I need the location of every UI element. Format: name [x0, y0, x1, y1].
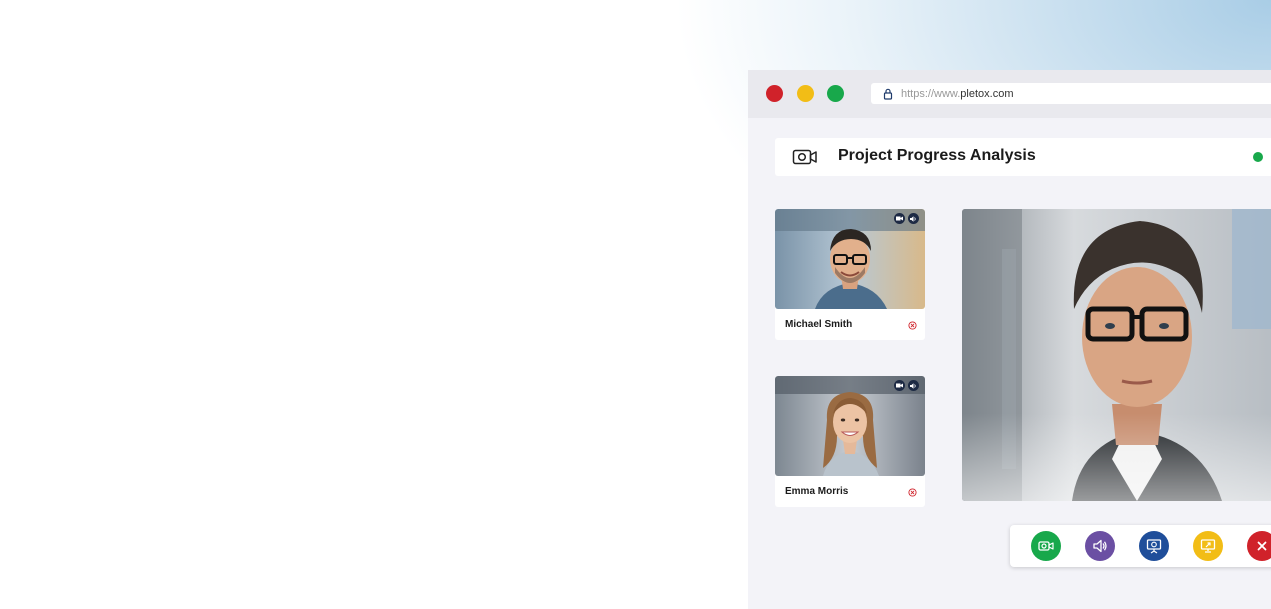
participant-tile[interactable]: Emma Morris — [775, 376, 925, 507]
meeting-title: Project Progress Analysis — [838, 147, 1036, 164]
live-status-indicator — [1253, 152, 1263, 162]
url-domain: pletox.com — [960, 87, 1014, 100]
speaker-icon — [1093, 539, 1107, 553]
participant-video — [775, 376, 925, 476]
maximize-window-button[interactable] — [827, 85, 844, 102]
meeting-header: Project Progress Analysis — [775, 138, 1271, 176]
lock-icon — [883, 88, 893, 100]
minimize-window-button[interactable] — [797, 85, 814, 102]
participant-name: Emma Morris — [785, 486, 849, 497]
camera-toggle-icon[interactable] — [894, 380, 905, 391]
browser-toolbar: https://www.pletox.com — [748, 70, 1271, 118]
participant-name: Michael Smith — [785, 319, 853, 330]
toggle-camera-button[interactable] — [1031, 531, 1061, 561]
url-host: https://www. — [901, 87, 961, 100]
presentation-icon — [1146, 539, 1162, 554]
end-call-button[interactable] — [1247, 531, 1271, 561]
video-camera-icon — [792, 149, 817, 165]
call-controls — [1010, 525, 1271, 567]
url-text: https://www.pletox.com — [901, 88, 1014, 100]
participant-video — [775, 209, 925, 309]
camera-icon — [1038, 541, 1054, 551]
mic-toggle-icon[interactable] — [908, 213, 919, 224]
participant-media-controls — [894, 213, 919, 224]
main-speaker-video — [962, 209, 1271, 501]
screen-share-icon — [1200, 539, 1216, 553]
camera-toggle-icon[interactable] — [894, 213, 905, 224]
remove-participant-icon[interactable] — [908, 321, 917, 330]
share-screen-button[interactable] — [1193, 531, 1223, 561]
participant-media-controls — [894, 380, 919, 391]
toggle-audio-button[interactable] — [1085, 531, 1115, 561]
present-button[interactable] — [1139, 531, 1169, 561]
browser-window: https://www.pletox.com Project Progress … — [748, 70, 1271, 609]
participant-tile[interactable]: Michael Smith — [775, 209, 925, 340]
address-bar[interactable]: https://www.pletox.com — [871, 83, 1271, 104]
mic-toggle-icon[interactable] — [908, 380, 919, 391]
close-window-button[interactable] — [766, 85, 783, 102]
remove-participant-icon[interactable] — [908, 488, 917, 497]
close-icon — [1257, 541, 1267, 551]
